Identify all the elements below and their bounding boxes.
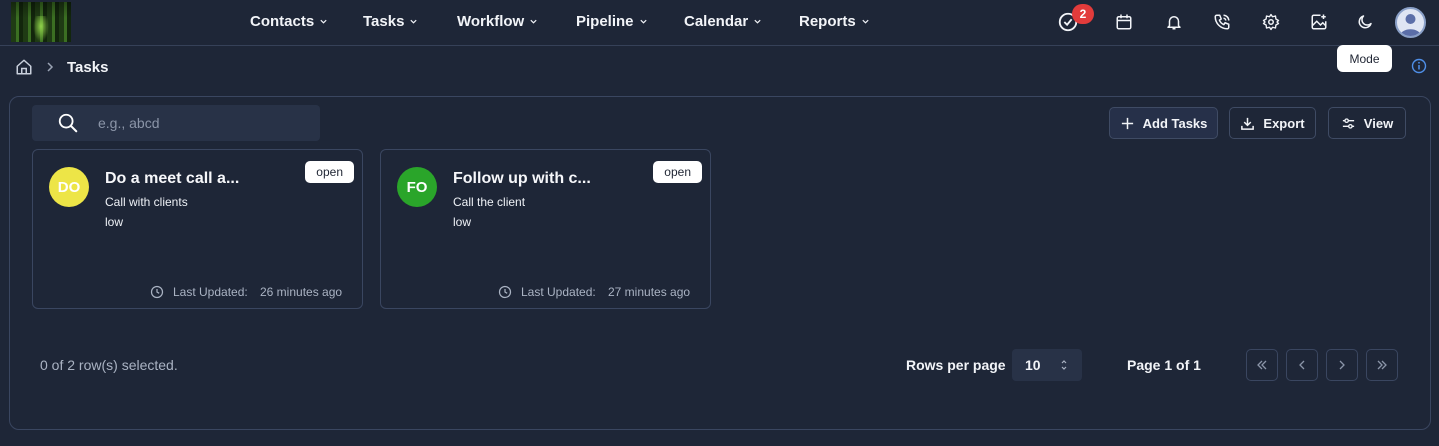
rows-per-page-select[interactable]: 10: [1012, 349, 1082, 381]
status-badge: open: [305, 161, 354, 183]
bell-icon: [1167, 16, 1181, 30]
task-avatar: DO: [49, 167, 89, 207]
task-priority: low: [105, 215, 124, 229]
search-input[interactable]: [98, 111, 308, 135]
phone-call-icon: [1214, 14, 1230, 30]
theme-mode-button[interactable]: [1353, 10, 1377, 34]
chevrons-left-icon: [1257, 360, 1267, 370]
calendar-icon: [1116, 14, 1132, 30]
chevron-down-icon: [754, 19, 761, 24]
nav-contacts-label: Contacts: [250, 13, 315, 30]
user-avatar[interactable]: [1395, 7, 1426, 38]
image-plus-icon: [1311, 14, 1327, 30]
chevron-right-icon: [1339, 360, 1345, 370]
status-badge: open: [653, 161, 702, 183]
view-button[interactable]: View: [1328, 107, 1406, 139]
clock-icon: [150, 285, 164, 299]
chevron-down-icon: [410, 19, 418, 24]
last-updated-label: Last Updated:: [173, 285, 248, 299]
page-indicator: Page 1 of 1: [1127, 357, 1201, 373]
breadcrumb-current: Tasks: [67, 59, 109, 76]
gear-icon: [1262, 13, 1280, 31]
download-icon: [1241, 117, 1255, 130]
task-description: Call the client: [453, 195, 526, 209]
task-priority: low: [453, 215, 472, 229]
search-icon: [58, 113, 78, 133]
selection-count: 0 of 2 row(s) selected.: [40, 357, 178, 373]
task-card[interactable]: DO Do a meet call a... Call with clients…: [32, 149, 363, 309]
add-tasks-label: Add Tasks: [1142, 115, 1208, 131]
nav-workflow-label: Workflow: [457, 13, 525, 30]
chevrons-right-icon: [1377, 360, 1387, 370]
nav-reports-label: Reports: [799, 13, 856, 30]
chevron-down-icon: [320, 19, 327, 24]
rows-per-page-label: Rows per page: [906, 357, 1006, 373]
nav-pipeline[interactable]: Pipeline: [576, 13, 648, 30]
calls-button[interactable]: [1210, 10, 1234, 34]
next-page-button[interactable]: [1326, 349, 1358, 381]
tasks-count-badge: 2: [1072, 4, 1094, 24]
nav-calendar[interactable]: Calendar: [684, 13, 762, 30]
previous-page-button[interactable]: [1286, 349, 1318, 381]
add-tasks-button[interactable]: Add Tasks: [1109, 107, 1218, 139]
chevron-right-icon: [47, 62, 54, 72]
nav-reports[interactable]: Reports: [799, 13, 870, 30]
task-title: Do a meet call a...: [105, 170, 240, 187]
plus-icon: [1121, 117, 1133, 129]
nav-tasks-label: Tasks: [363, 13, 405, 30]
task-avatar: FO: [397, 167, 437, 207]
nav-calendar-label: Calendar: [684, 13, 749, 30]
task-card[interactable]: FO Follow up with c... Call the client l…: [380, 149, 711, 309]
export-button[interactable]: Export: [1229, 107, 1316, 139]
settings-button[interactable]: [1259, 10, 1283, 34]
last-page-button[interactable]: [1366, 349, 1398, 381]
nav-workflow[interactable]: Workflow: [457, 13, 538, 30]
moon-icon: [1358, 15, 1372, 29]
info-icon[interactable]: [1411, 58, 1427, 74]
brand-logo[interactable]: [11, 2, 71, 42]
sliders-icon: [1342, 117, 1354, 129]
nav-tasks[interactable]: Tasks: [363, 13, 418, 30]
nav-contacts[interactable]: Contacts: [250, 13, 328, 30]
last-updated-label: Last Updated:: [521, 285, 596, 299]
chevron-up-down-icon: [1061, 360, 1067, 370]
nav-pipeline-label: Pipeline: [576, 13, 634, 30]
notifications-button[interactable]: [1162, 10, 1186, 34]
last-updated-value: 27 minutes ago: [608, 285, 691, 299]
top-navbar: Contacts Tasks Workflow Pipeline Calenda…: [0, 0, 1439, 46]
search-box: [32, 105, 320, 141]
chevron-down-icon: [639, 19, 647, 24]
last-updated-value: 26 minutes ago: [260, 285, 343, 299]
calendar-button[interactable]: [1112, 10, 1136, 34]
home-icon[interactable]: [15, 58, 33, 76]
task-description: Call with clients: [105, 195, 188, 209]
export-label: Export: [1263, 115, 1305, 131]
image-upload-button[interactable]: [1307, 10, 1331, 34]
view-label: View: [1363, 115, 1394, 131]
first-page-button[interactable]: [1246, 349, 1278, 381]
clock-icon: [498, 285, 512, 299]
chevron-down-icon: [862, 19, 869, 24]
mode-tooltip: Mode: [1337, 45, 1392, 72]
chevron-down-icon: [530, 19, 537, 24]
task-title: Follow up with c...: [453, 170, 591, 187]
rows-per-page-value: 10: [1025, 357, 1041, 373]
chevron-left-icon: [1299, 360, 1305, 370]
user-icon: [1400, 14, 1421, 36]
